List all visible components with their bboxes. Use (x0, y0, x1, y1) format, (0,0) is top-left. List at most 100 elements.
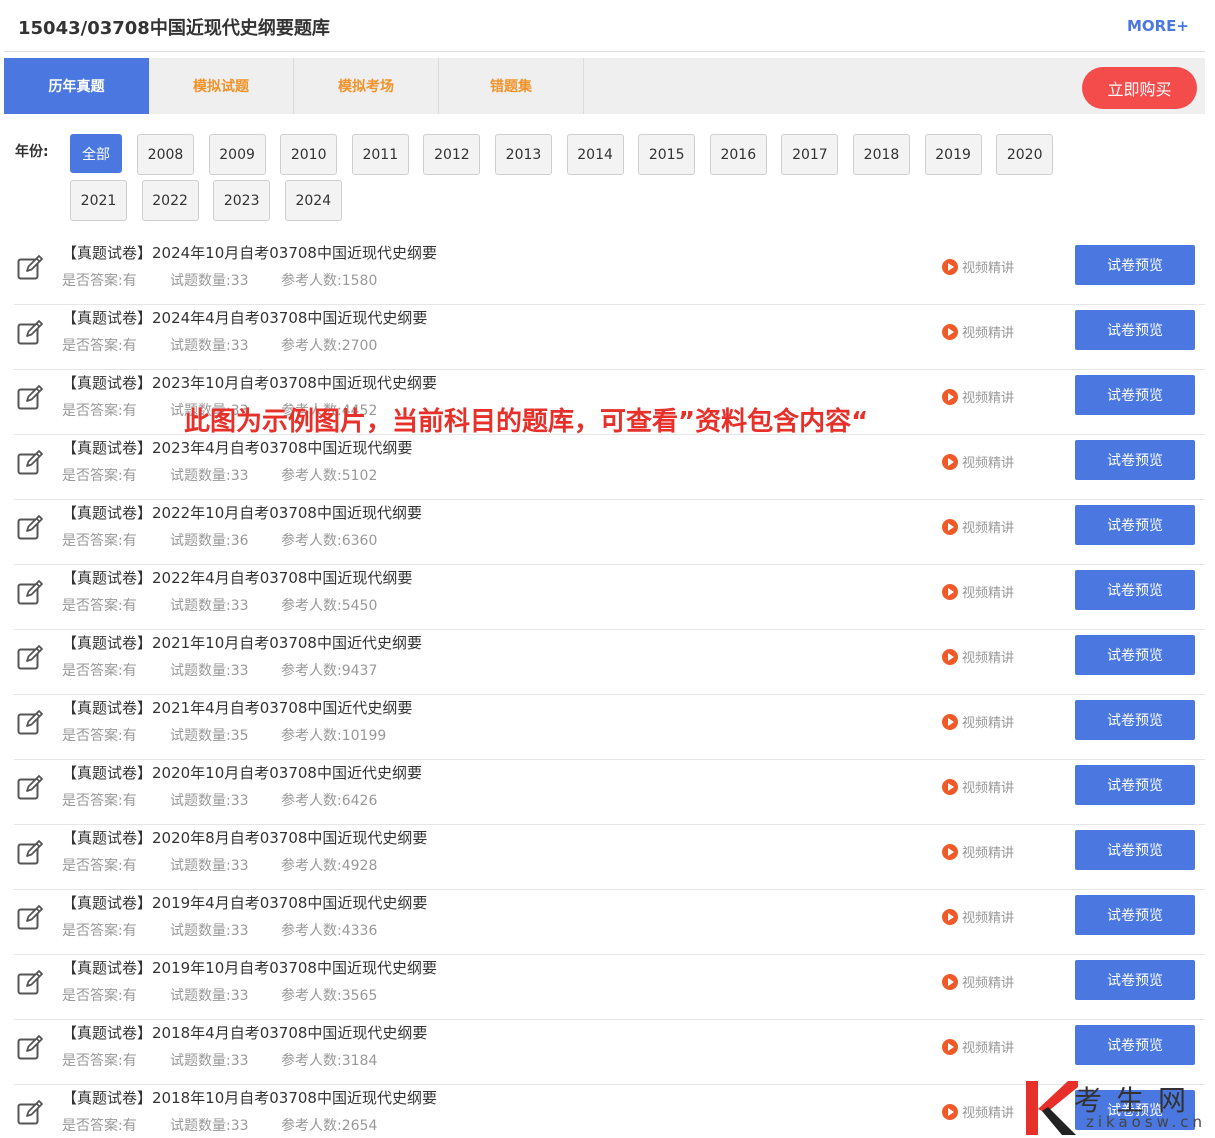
video-explain-link[interactable]: 视频精讲 (942, 452, 1014, 471)
year-chip-2021[interactable]: 2021 (70, 180, 127, 221)
year-chip-2020[interactable]: 2020 (996, 134, 1054, 175)
answer-value: 有 (122, 468, 137, 484)
edit-paper-icon[interactable] (16, 708, 44, 736)
edit-paper-icon[interactable] (16, 643, 44, 671)
year-chip-2015[interactable]: 2015 (638, 134, 696, 175)
answer-label: 是否答案: (62, 923, 123, 939)
video-explain-link[interactable]: 视频精讲 (942, 647, 1014, 666)
count-label: 试题数量: (170, 1053, 231, 1069)
video-explain-link[interactable]: 视频精讲 (942, 842, 1014, 861)
video-explain-link[interactable]: 视频精讲 (942, 582, 1014, 601)
edit-paper-icon[interactable] (16, 1033, 44, 1061)
year-chip-2022[interactable]: 2022 (141, 180, 199, 221)
paper-title[interactable]: 【真题试卷】2024年4月自考03708中国近现代史纲要 (62, 307, 427, 328)
preview-paper-button[interactable]: 试卷预览 (1075, 245, 1195, 285)
tab-past-exams[interactable]: 历年真题 (4, 58, 149, 114)
year-chip-2019[interactable]: 2019 (924, 134, 982, 175)
year-chip-2008[interactable]: 2008 (137, 134, 194, 175)
video-explain-link[interactable]: 视频精讲 (942, 1037, 1014, 1056)
paper-title[interactable]: 【真题试卷】2022年10月自考03708中国近现代纲要 (62, 502, 422, 523)
video-explain-label: 视频精讲 (962, 651, 1015, 666)
paper-title[interactable]: 【真题试卷】2019年4月自考03708中国近现代史纲要 (62, 892, 427, 913)
video-explain-link[interactable]: 视频精讲 (942, 257, 1014, 276)
watermark-en: zikaosw.cn (1086, 1113, 1207, 1131)
answer-info: 是否答案:有 (62, 855, 137, 875)
year-chip-2016[interactable]: 2016 (709, 134, 767, 175)
paper-title[interactable]: 【真题试卷】2019年10月自考03708中国近现代史纲要 (62, 957, 437, 978)
count-info: 试题数量:36 (170, 530, 249, 550)
buy-now-button[interactable]: 立即购买 (1082, 67, 1197, 109)
paper-title[interactable]: 【真题试卷】2022年4月自考03708中国近现代纲要 (62, 567, 412, 588)
edit-paper-icon[interactable] (16, 903, 44, 931)
paper-title[interactable]: 【真题试卷】2020年8月自考03708中国近现代史纲要 (62, 827, 427, 848)
tab-wrong-questions[interactable]: 错题集 (439, 58, 584, 114)
year-chip-2014[interactable]: 2014 (566, 134, 624, 175)
participants-info: 参考人数:1580 (281, 270, 377, 290)
preview-paper-button[interactable]: 试卷预览 (1075, 1025, 1195, 1065)
preview-paper-button[interactable]: 试卷预览 (1075, 440, 1195, 480)
year-chip-2011[interactable]: 2011 (351, 134, 409, 175)
year-chip-2018[interactable]: 2018 (853, 134, 910, 175)
year-chip-2012[interactable]: 2012 (423, 134, 481, 175)
paper-title[interactable]: 【真题试卷】2018年10月自考03708中国近现代史纲要 (62, 1087, 437, 1108)
video-explain-link[interactable]: 视频精讲 (942, 1102, 1014, 1121)
paper-title[interactable]: 【真题试卷】2021年4月自考03708中国近代史纲要 (62, 697, 412, 718)
paper-title[interactable]: 【真题试卷】2023年10月自考03708中国近现代史纲要 (62, 372, 437, 393)
edit-paper-icon[interactable] (16, 448, 44, 476)
paper-title[interactable]: 【真题试卷】2021年10月自考03708中国近代史纲要 (62, 632, 422, 653)
edit-paper-icon[interactable] (16, 1098, 44, 1126)
year-chip-2010[interactable]: 2010 (280, 134, 338, 175)
video-explain-link[interactable]: 视频精讲 (942, 517, 1014, 536)
count-label: 试题数量: (170, 858, 231, 874)
participants-info: 参考人数:5450 (281, 595, 377, 615)
edit-paper-icon[interactable] (16, 253, 44, 281)
answer-label: 是否答案: (62, 728, 123, 744)
video-explain-link[interactable]: 视频精讲 (942, 387, 1014, 406)
paper-title[interactable]: 【真题试卷】2020年10月自考03708中国近代史纲要 (62, 762, 422, 783)
year-chip-2023[interactable]: 2023 (213, 180, 271, 221)
video-explain-link[interactable]: 视频精讲 (942, 712, 1014, 731)
answer-info: 是否答案:有 (62, 465, 137, 485)
preview-paper-button[interactable]: 试卷预览 (1075, 830, 1195, 870)
edit-paper-icon[interactable] (16, 383, 44, 411)
year-chip-2024[interactable]: 2024 (284, 180, 342, 221)
preview-paper-button[interactable]: 试卷预览 (1075, 635, 1195, 675)
count-label: 试题数量: (170, 533, 231, 549)
answer-info: 是否答案:有 (62, 1050, 137, 1070)
edit-paper-icon[interactable] (16, 773, 44, 801)
answer-info: 是否答案:有 (62, 985, 137, 1005)
edit-paper-icon[interactable] (16, 578, 44, 606)
edit-paper-icon[interactable] (16, 513, 44, 541)
video-explain-link[interactable]: 视频精讲 (942, 972, 1014, 991)
preview-paper-button[interactable]: 试卷预览 (1075, 375, 1195, 415)
edit-paper-icon[interactable] (16, 968, 44, 996)
preview-paper-button[interactable]: 试卷预览 (1075, 765, 1195, 805)
tab-mock-exams[interactable]: 模拟试题 (149, 58, 294, 114)
tab-mock-exam-room[interactable]: 模拟考场 (294, 58, 439, 114)
edit-paper-icon[interactable] (16, 318, 44, 346)
preview-paper-button[interactable]: 试卷预览 (1075, 310, 1195, 350)
year-chip-2013[interactable]: 2013 (495, 134, 552, 175)
paper-title[interactable]: 【真题试卷】2023年4月自考03708中国近现代纲要 (62, 437, 412, 458)
year-chip-all[interactable]: 全部 (70, 134, 122, 173)
participants-value: 5102 (341, 468, 378, 484)
participants-info: 参考人数:5102 (281, 465, 377, 485)
year-chip-2009[interactable]: 2009 (208, 134, 266, 175)
preview-paper-button[interactable]: 试卷预览 (1075, 505, 1195, 545)
preview-paper-button[interactable]: 试卷预览 (1075, 895, 1195, 935)
paper-title[interactable]: 【真题试卷】2018年4月自考03708中国近现代史纲要 (62, 1022, 427, 1043)
video-explain-link[interactable]: 视频精讲 (942, 322, 1014, 341)
paper-title[interactable]: 【真题试卷】2024年10月自考03708中国近现代史纲要 (62, 242, 437, 263)
more-link[interactable]: MORE+ (1127, 17, 1189, 35)
preview-paper-button[interactable]: 试卷预览 (1075, 960, 1195, 1000)
preview-paper-button[interactable]: 试卷预览 (1075, 700, 1195, 740)
preview-paper-button[interactable]: 试卷预览 (1075, 570, 1195, 610)
video-explain-link[interactable]: 视频精讲 (942, 907, 1014, 926)
year-chip-2017[interactable]: 2017 (781, 134, 839, 175)
participants-label: 参考人数: (281, 273, 342, 289)
count-info: 试题数量:33 (170, 465, 249, 485)
edit-paper-icon[interactable] (16, 838, 44, 866)
video-explain-link[interactable]: 视频精讲 (942, 777, 1014, 796)
answer-value: 有 (122, 988, 137, 1004)
answer-value: 有 (122, 663, 137, 679)
